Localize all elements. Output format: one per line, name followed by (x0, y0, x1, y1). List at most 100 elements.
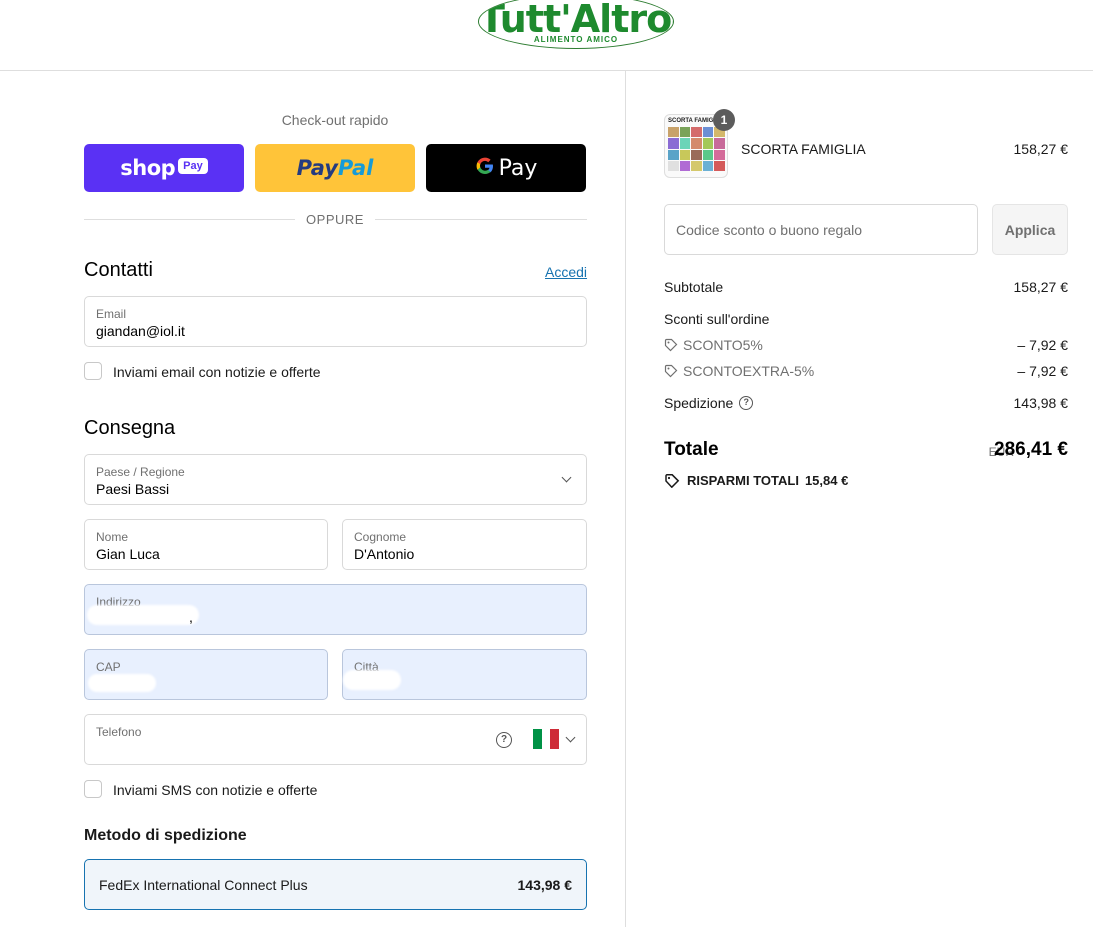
chevron-down-icon[interactable] (565, 732, 576, 743)
country-select[interactable]: Paese / Regione Paesi Bassi (84, 454, 587, 505)
sms-newsletter-label: Inviami SMS con notizie e offerte (113, 782, 318, 798)
thumb-tile (691, 138, 702, 149)
product-name: SCORTA FAMIGLIA (741, 141, 866, 157)
email-field-label: Email (96, 307, 127, 321)
email-newsletter-checkbox[interactable] (84, 362, 102, 380)
thumb-tile (679, 149, 691, 160)
flag-stripe-white (541, 729, 551, 749)
email-field-value: giandan@iol.it (96, 323, 185, 339)
product-quantity-badge: 1 (713, 109, 735, 131)
google-pay-label: Pay (498, 155, 538, 181)
total-savings-value: 15,84 € (804, 473, 849, 488)
total-savings-label: RISPARMI TOTALI (687, 473, 799, 488)
paypal-button[interactable]: PayPal (255, 144, 415, 192)
thumb-tile (679, 127, 691, 138)
store-logo[interactable]: Tutt'Altro® ALIMENTO AMICO (478, 0, 674, 49)
logo-registered-mark: ® (671, 16, 673, 29)
apply-discount-button[interactable]: Applica (992, 204, 1068, 255)
shipping-summary-label: Spedizione (664, 395, 734, 411)
product-thumbnail-grid (668, 127, 725, 171)
first-name-value: Gian Luca (96, 546, 160, 562)
contact-section-title: Contatti (84, 259, 153, 281)
subtotal-value: 158,27 € (1013, 279, 1069, 295)
logo-tagline: ALIMENTO AMICO (533, 35, 619, 44)
thumb-tile (702, 127, 714, 138)
thumb-tile (702, 149, 714, 160)
order-discounts-label: Sconti sull'ordine (664, 311, 770, 327)
tag-icon (665, 474, 680, 488)
tag-icon (664, 364, 678, 378)
product-price: 158,27 € (1013, 141, 1069, 157)
address-value: , (189, 609, 193, 625)
total-savings: RISPARMI TOTALI 15,84 € (664, 473, 848, 488)
thumb-tile (702, 160, 714, 171)
google-pay-button[interactable]: Pay (426, 144, 586, 192)
thumb-tile (691, 149, 702, 160)
italy-flag-icon[interactable] (533, 729, 560, 749)
shop-pay-badge: Pay (178, 158, 208, 174)
discount-code-row: SCONTOEXTRA-5% (664, 363, 814, 379)
discount-code-name: SCONTOEXTRA-5% (683, 363, 815, 379)
discount-code-name: SCONTO5% (683, 337, 763, 353)
express-checkout-title: Check-out rapido (281, 112, 389, 128)
discount-code-amount: – 7,92 € (1017, 363, 1068, 379)
subtotal-label: Subtotale (664, 279, 724, 295)
thumb-tile (702, 138, 714, 149)
phone-field[interactable]: Telefono ? (84, 714, 587, 765)
zip-label: CAP (96, 660, 121, 674)
login-link[interactable]: Accedi (545, 264, 587, 280)
first-name-field[interactable]: Nome Gian Luca (84, 519, 328, 570)
total-label: Totale (664, 439, 719, 460)
thumb-tile (714, 149, 725, 160)
thumb-tile (691, 127, 702, 138)
order-summary-panel (626, 71, 1093, 927)
thumb-tile (691, 160, 702, 171)
last-name-field[interactable]: Cognome D'Antonio (342, 519, 587, 570)
last-name-value: D'Antonio (354, 546, 415, 562)
shipping-summary-row: Spedizione ? (664, 395, 754, 411)
email-field[interactable]: Email giandan@iol.it (84, 296, 587, 347)
flag-stripe-green (533, 729, 542, 749)
header: Tutt'Altro® ALIMENTO AMICO (0, 0, 1093, 71)
shop-pay-logo: shop (120, 156, 176, 180)
thumb-tile (679, 160, 691, 171)
shipping-option-fedex[interactable]: FedEx International Connect Plus 143,98 … (84, 859, 587, 910)
shop-pay-button[interactable]: shop Pay (84, 144, 244, 192)
help-icon[interactable]: ? (496, 732, 512, 748)
email-newsletter-label: Inviami email con notizie e offerte (113, 364, 321, 380)
thumb-tile (668, 138, 679, 149)
country-select-label: Paese / Regione (96, 465, 185, 479)
discount-code-amount: – 7,92 € (1017, 337, 1068, 353)
last-name-label: Cognome (354, 530, 407, 544)
city-field[interactable]: Città (342, 649, 587, 700)
thumb-tile (668, 160, 679, 171)
discount-code-input[interactable] (664, 204, 978, 255)
help-icon[interactable]: ? (739, 396, 754, 410)
thumb-tile (679, 138, 691, 149)
redacted-city (343, 670, 401, 690)
address-field[interactable]: Indirizzo , (84, 584, 587, 635)
zip-field[interactable]: CAP (84, 649, 328, 700)
shipping-option-name: FedEx International Connect Plus (99, 877, 308, 893)
google-g-svg (476, 157, 493, 174)
thumb-tile (714, 138, 725, 149)
sms-newsletter-checkbox[interactable] (84, 780, 102, 798)
redacted-address (87, 605, 199, 625)
thumb-tile (714, 160, 725, 171)
google-g-icon (475, 156, 495, 181)
total-value: 286,41 € (994, 439, 1068, 460)
phone-label: Telefono (96, 725, 142, 739)
discount-code-row: SCONTO5% (664, 337, 763, 353)
or-divider-text: OPPURE (306, 212, 364, 227)
thumb-tile (668, 149, 679, 160)
redacted-zip (88, 674, 156, 692)
delivery-section-title: Consegna (84, 417, 176, 439)
thumb-tile (668, 127, 679, 138)
first-name-label: Nome (96, 530, 129, 544)
shipping-option-price: 143,98 € (517, 877, 573, 893)
shipping-summary-value: 143,98 € (1013, 395, 1069, 411)
paypal-logo: PayPal (296, 156, 374, 180)
tag-icon (664, 338, 678, 352)
flag-stripe-red (550, 729, 560, 749)
column-divider (625, 71, 626, 927)
